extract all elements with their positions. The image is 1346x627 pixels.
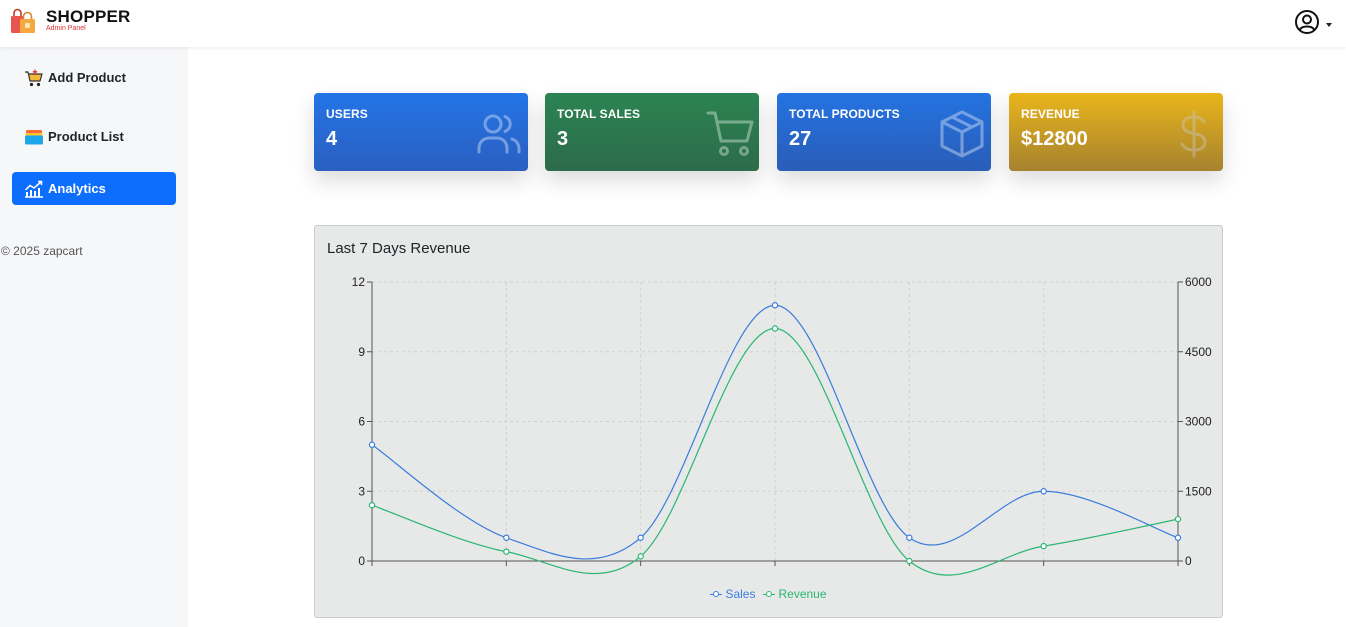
- legend-item-sales[interactable]: Sales: [710, 587, 755, 601]
- y-axis-left-tick-label: 9: [358, 345, 365, 359]
- y-axis-right-tick-label: 0: [1185, 554, 1192, 568]
- y-axis-right-tick-label: 3000: [1185, 415, 1212, 429]
- y-axis-right-tick-label: 6000: [1185, 275, 1212, 289]
- data-point-revenue: [637, 553, 644, 560]
- stat-value: 27: [789, 128, 812, 150]
- legend-marker: [710, 590, 723, 598]
- data-point-sales: [503, 534, 510, 541]
- stat-card-revenue: REVENUE $12800: [1009, 93, 1223, 171]
- stat-card-total-products: TOTAL PRODUCTS 27: [777, 93, 991, 171]
- stat-value: $12800: [1021, 128, 1088, 150]
- users-icon: [474, 109, 524, 159]
- user-circle-icon: [1294, 9, 1320, 40]
- legend-label: Sales: [725, 587, 756, 601]
- line-chart: 0 3 6 9 12 0 1500 3000 4500 6000: [352, 275, 1212, 576]
- sidebar-item-label: Product List: [48, 129, 124, 144]
- data-point-sales: [368, 441, 376, 448]
- data-point-revenue: [1040, 542, 1047, 550]
- y-axis-left-tick-label: 6: [358, 415, 365, 429]
- chevron-down-icon: [1326, 22, 1332, 27]
- brand-name: SHOPPER: [46, 7, 131, 26]
- stat-label: TOTAL SALES: [557, 107, 641, 121]
- stat-value: 4: [326, 128, 338, 150]
- stack-list-icon: [24, 127, 44, 147]
- sidebar-item-analytics[interactable]: Analytics: [12, 172, 176, 205]
- sidebar-item-product-list[interactable]: Product List: [12, 120, 176, 153]
- y-axis-left-tick-label: 3: [358, 484, 365, 498]
- legend-label: Revenue: [778, 587, 827, 601]
- data-point-revenue: [906, 557, 913, 565]
- data-point-revenue: [771, 325, 779, 332]
- brand[interactable]: SHOPPER Admin Panel: [10, 7, 131, 35]
- sidebar-item-label: Analytics: [48, 181, 106, 196]
- cart-icon: [705, 109, 755, 159]
- sidebar: Add Product Product List Analytics © 202…: [0, 47, 188, 627]
- stat-card-total-sales: TOTAL SALES 3: [545, 93, 759, 171]
- data-point-sales: [771, 302, 779, 309]
- y-axis-right-tick-label: 1500: [1185, 484, 1212, 498]
- stat-label: REVENUE: [1021, 107, 1080, 121]
- legend-item-revenue[interactable]: Revenue: [763, 587, 827, 601]
- analytics-chart-icon: [24, 179, 44, 199]
- sidebar-item-label: Add Product: [48, 70, 126, 85]
- revenue-chart-panel: Last 7 Days Revenue 0 3 6 9 12 0 1500 3000 4500 6…: [314, 225, 1223, 618]
- data-point-revenue: [503, 548, 510, 555]
- y-axis-left-tick-label: 12: [352, 275, 366, 289]
- sidebar-item-add-product[interactable]: Add Product: [12, 61, 176, 94]
- dollar-icon: [1169, 109, 1219, 159]
- data-point-sales: [637, 534, 644, 541]
- data-point-revenue: [1174, 515, 1182, 523]
- data-point-sales: [1174, 534, 1182, 541]
- top-navbar: SHOPPER Admin Panel: [0, 0, 1346, 47]
- legend-marker: [763, 590, 776, 598]
- chart-legend: Sales Revenue: [315, 587, 1222, 601]
- y-axis-left-tick-label: 0: [358, 554, 365, 568]
- stat-value: 3: [557, 128, 569, 150]
- cart-add-icon: [24, 68, 44, 88]
- data-point-sales: [1040, 488, 1047, 495]
- box-icon: [937, 109, 987, 159]
- y-axis-right-tick-label: 4500: [1185, 345, 1212, 359]
- user-menu-dropdown[interactable]: [1294, 9, 1332, 40]
- shopping-bag-logo-icon: [10, 7, 38, 35]
- stat-label: USERS: [326, 107, 368, 121]
- stat-label: TOTAL PRODUCTS: [789, 107, 900, 121]
- data-point-revenue: [368, 502, 376, 509]
- stat-card-users: USERS 4: [314, 93, 528, 171]
- copyright-text: © 2025 zapcart: [1, 244, 83, 258]
- data-point-sales: [906, 534, 913, 541]
